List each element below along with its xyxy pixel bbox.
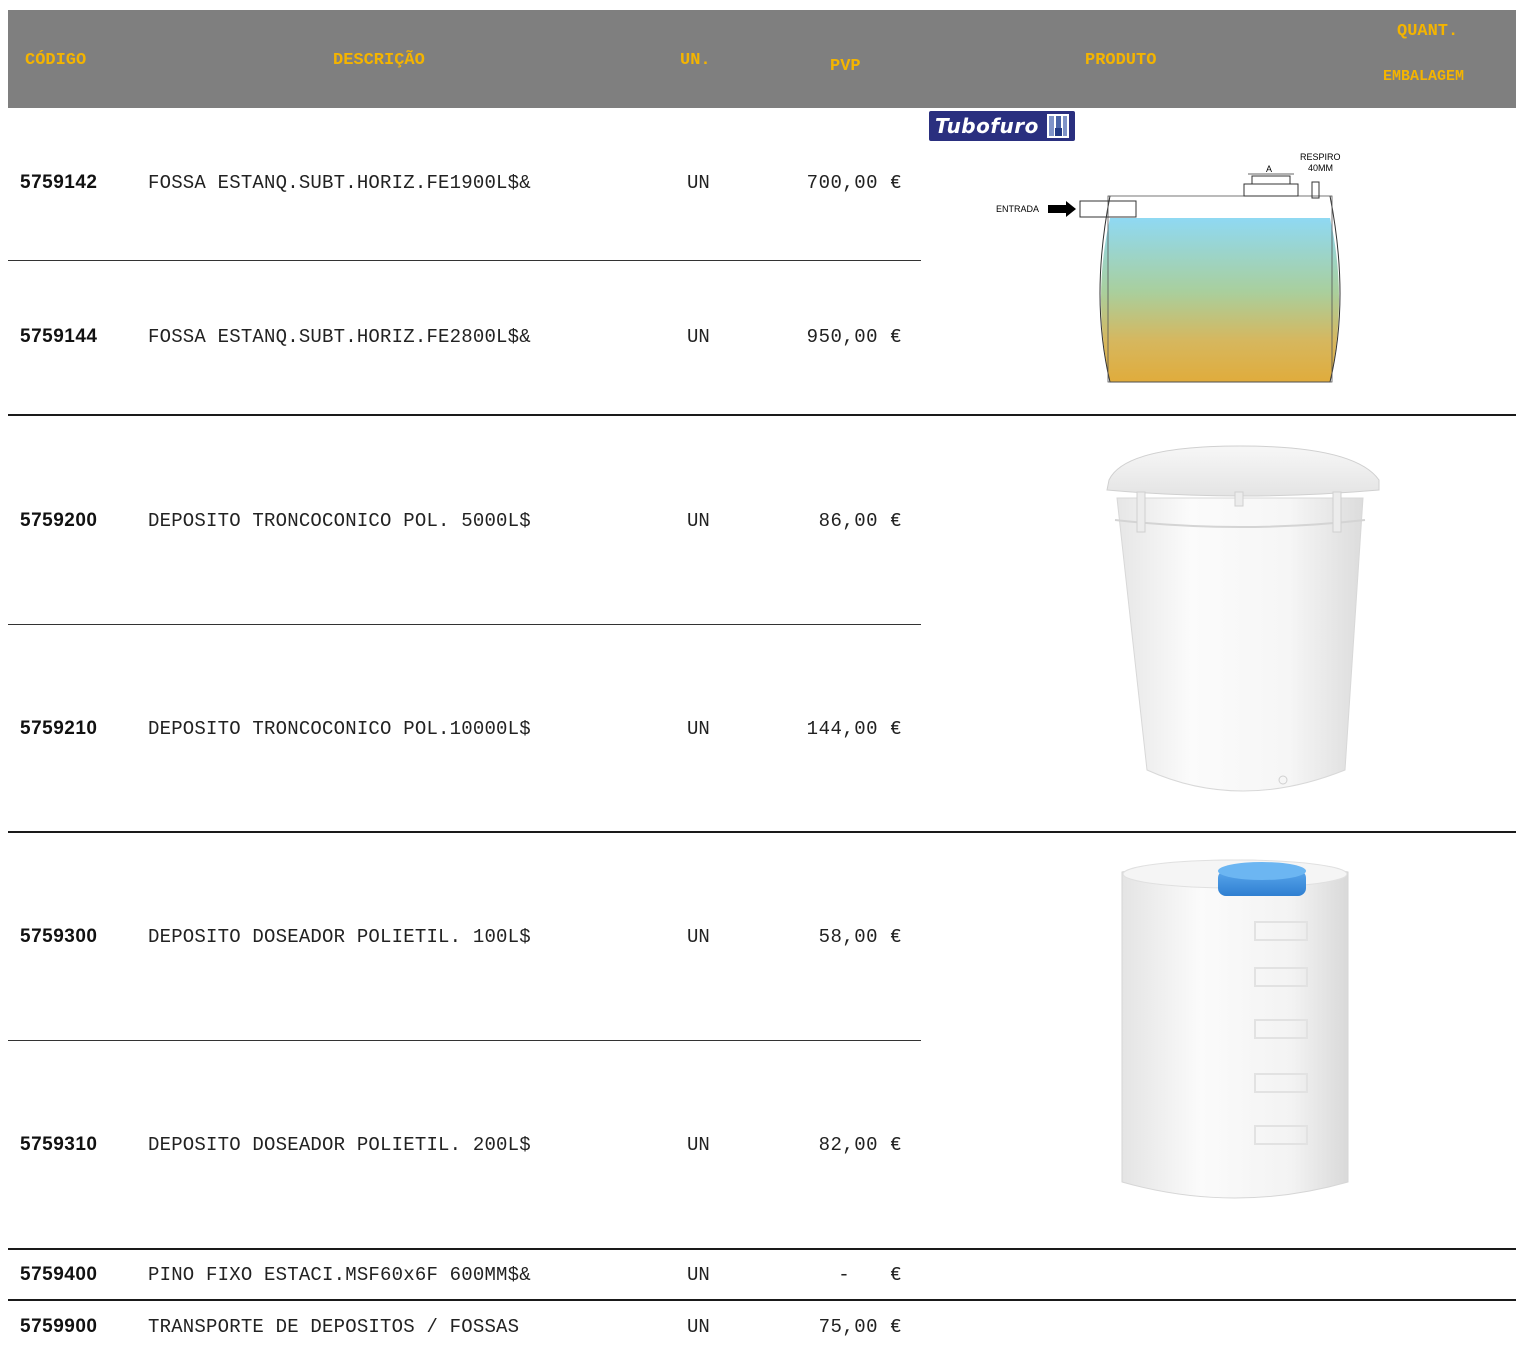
row-description: DEPOSITO TRONCOCONICO POL.10000L$ xyxy=(148,718,531,740)
group-divider xyxy=(8,414,1516,416)
row-unit: UN xyxy=(687,926,710,948)
row-unit: UN xyxy=(687,718,710,740)
header-produto: PRODUTO xyxy=(1085,51,1157,70)
row-code: 5759300 xyxy=(20,926,98,947)
row-code: 5759200 xyxy=(20,510,98,531)
header-descricao: DESCRIÇÃO xyxy=(333,51,425,70)
row-price: 82,00 € xyxy=(818,1134,902,1156)
row-description: FOSSA ESTANQ.SUBT.HORIZ.FE2800L$& xyxy=(148,326,531,348)
row-code: 5759400 xyxy=(20,1264,98,1285)
row-description: DEPOSITO TRONCOCONICO POL. 5000L$ xyxy=(148,510,531,532)
diagram-label-respiro: RESPIRO xyxy=(1300,152,1341,162)
diagram-label-a: A xyxy=(1266,164,1273,174)
row-divider xyxy=(8,624,921,625)
row-code: 5759210 xyxy=(20,718,98,739)
row-code: 5759144 xyxy=(20,326,98,347)
header-un: UN. xyxy=(680,51,711,70)
row-code: 5759900 xyxy=(20,1316,98,1337)
group-divider xyxy=(8,1299,1516,1301)
group-divider xyxy=(8,831,1516,833)
diagram-label-respiro-size: 40MM xyxy=(1308,163,1334,173)
header-embalagem: EMBALAGEM xyxy=(1383,68,1465,85)
row-code: 5759142 xyxy=(20,172,98,193)
row-description: DEPOSITO DOSEADOR POLIETIL. 100L$ xyxy=(148,926,531,948)
row-unit: UN xyxy=(687,1134,710,1156)
row-price: 700,00 € xyxy=(806,172,902,194)
row-description: PINO FIXO ESTACI.MSF60x6F 600MM$& xyxy=(148,1264,531,1286)
row-unit: UN xyxy=(687,510,710,532)
row-code: 5759310 xyxy=(20,1134,98,1155)
brand-logo: Tubofuro xyxy=(929,111,1075,141)
row-description: DEPOSITO DOSEADOR POLIETIL. 200L$ xyxy=(148,1134,531,1156)
header-quant: QUANT. xyxy=(1397,22,1459,41)
row-unit: UN xyxy=(687,1264,710,1286)
row-divider xyxy=(8,1040,921,1041)
row-price: 58,00 € xyxy=(818,926,902,948)
row-divider xyxy=(8,260,921,261)
header-codigo: CÓDIGO xyxy=(25,51,87,70)
diagram-label-entrada: ENTRADA xyxy=(996,204,1040,214)
row-unit: UN xyxy=(687,172,710,194)
row-unit: UN xyxy=(687,1316,710,1338)
row-price: 86,00 € xyxy=(818,510,902,532)
row-price: 75,00 € xyxy=(818,1316,902,1338)
dosing-tank-image xyxy=(1110,852,1360,1210)
septic-tank-diagram: ENTRADA A RESPIRO 40MM xyxy=(990,148,1360,388)
brand-logo-text: Tubofuro xyxy=(935,114,1039,138)
header-pvp: PVP xyxy=(830,57,861,76)
group-divider xyxy=(8,1248,1516,1250)
row-price: 144,00 € xyxy=(806,718,902,740)
row-unit: UN xyxy=(687,326,710,348)
table-header: CÓDIGO DESCRIÇÃO UN. PVP PRODUTO QUANT. … xyxy=(8,10,1516,108)
row-description: FOSSA ESTANQ.SUBT.HORIZ.FE1900L$& xyxy=(148,172,531,194)
row-price: - € xyxy=(838,1264,902,1286)
row-price: 950,00 € xyxy=(806,326,902,348)
brand-logo-mark-icon xyxy=(1047,114,1069,138)
troncoconic-tank-image xyxy=(1095,440,1385,812)
row-description: TRANSPORTE DE DEPOSITOS / FOSSAS xyxy=(148,1316,520,1338)
